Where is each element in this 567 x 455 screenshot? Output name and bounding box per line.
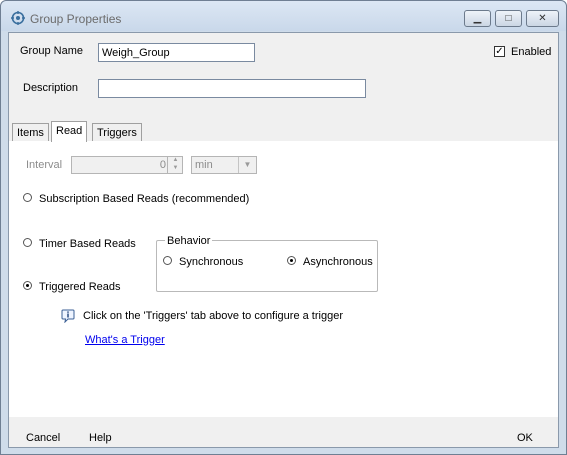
dialog-client-area: Group Name ✓ Enabled Description Items R… <box>8 32 559 448</box>
title-bar[interactable]: Group Properties ▁ □ ✕ <box>1 1 566 31</box>
cancel-button[interactable]: Cancel <box>26 432 60 444</box>
maximize-button[interactable]: □ <box>495 10 522 27</box>
group-name-field[interactable] <box>98 43 255 62</box>
window-title: Group Properties <box>30 12 122 26</box>
ok-button[interactable]: OK <box>517 432 533 444</box>
close-button[interactable]: ✕ <box>526 10 559 27</box>
spin-down-icon: ▼ <box>172 165 179 171</box>
enabled-label: Enabled <box>511 46 552 58</box>
tab-triggers[interactable]: Triggers <box>92 123 142 141</box>
description-label: Description <box>23 82 79 94</box>
timer-reads-radio[interactable] <box>23 238 32 247</box>
close-icon: ✕ <box>538 13 547 24</box>
interval-label: Interval <box>26 159 63 171</box>
asynchronous-label: Asynchronous <box>303 256 373 268</box>
whats-a-trigger-link[interactable]: What's a Trigger <box>85 334 165 346</box>
minimize-icon: ▁ <box>473 13 482 24</box>
maximize-icon: □ <box>505 13 512 24</box>
triggered-reads-radio[interactable] <box>23 281 32 290</box>
timer-reads-label: Timer Based Reads <box>39 238 136 250</box>
tab-read[interactable]: Read <box>51 121 88 142</box>
description-field[interactable] <box>98 79 366 98</box>
info-icon <box>61 309 75 323</box>
trigger-info-text: Click on the 'Triggers' tab above to con… <box>83 310 343 322</box>
spin-up-icon: ▲ <box>172 157 179 163</box>
group-name-label: Group Name <box>20 45 83 57</box>
group-properties-window: Group Properties ▁ □ ✕ Group Name ✓ Enab… <box>0 0 567 455</box>
enabled-checkbox[interactable]: ✓ <box>494 46 505 57</box>
subscription-reads-label: Subscription Based Reads (recommended) <box>39 193 250 205</box>
behavior-title: Behavior <box>165 235 213 247</box>
app-icon <box>11 11 25 25</box>
checkmark-icon: ✓ <box>495 46 504 57</box>
minimize-button[interactable]: ▁ <box>464 10 491 27</box>
tab-items[interactable]: Items <box>12 123 49 141</box>
triggered-reads-label: Triggered Reads <box>39 281 121 293</box>
chevron-down-icon: ▼ <box>238 157 256 173</box>
synchronous-label: Synchronous <box>179 256 244 268</box>
help-button[interactable]: Help <box>89 432 112 444</box>
synchronous-radio[interactable] <box>163 256 172 265</box>
asynchronous-radio[interactable] <box>287 256 296 265</box>
interval-spinner-arrows: ▲ ▼ <box>167 156 183 174</box>
subscription-reads-radio[interactable] <box>23 193 32 202</box>
